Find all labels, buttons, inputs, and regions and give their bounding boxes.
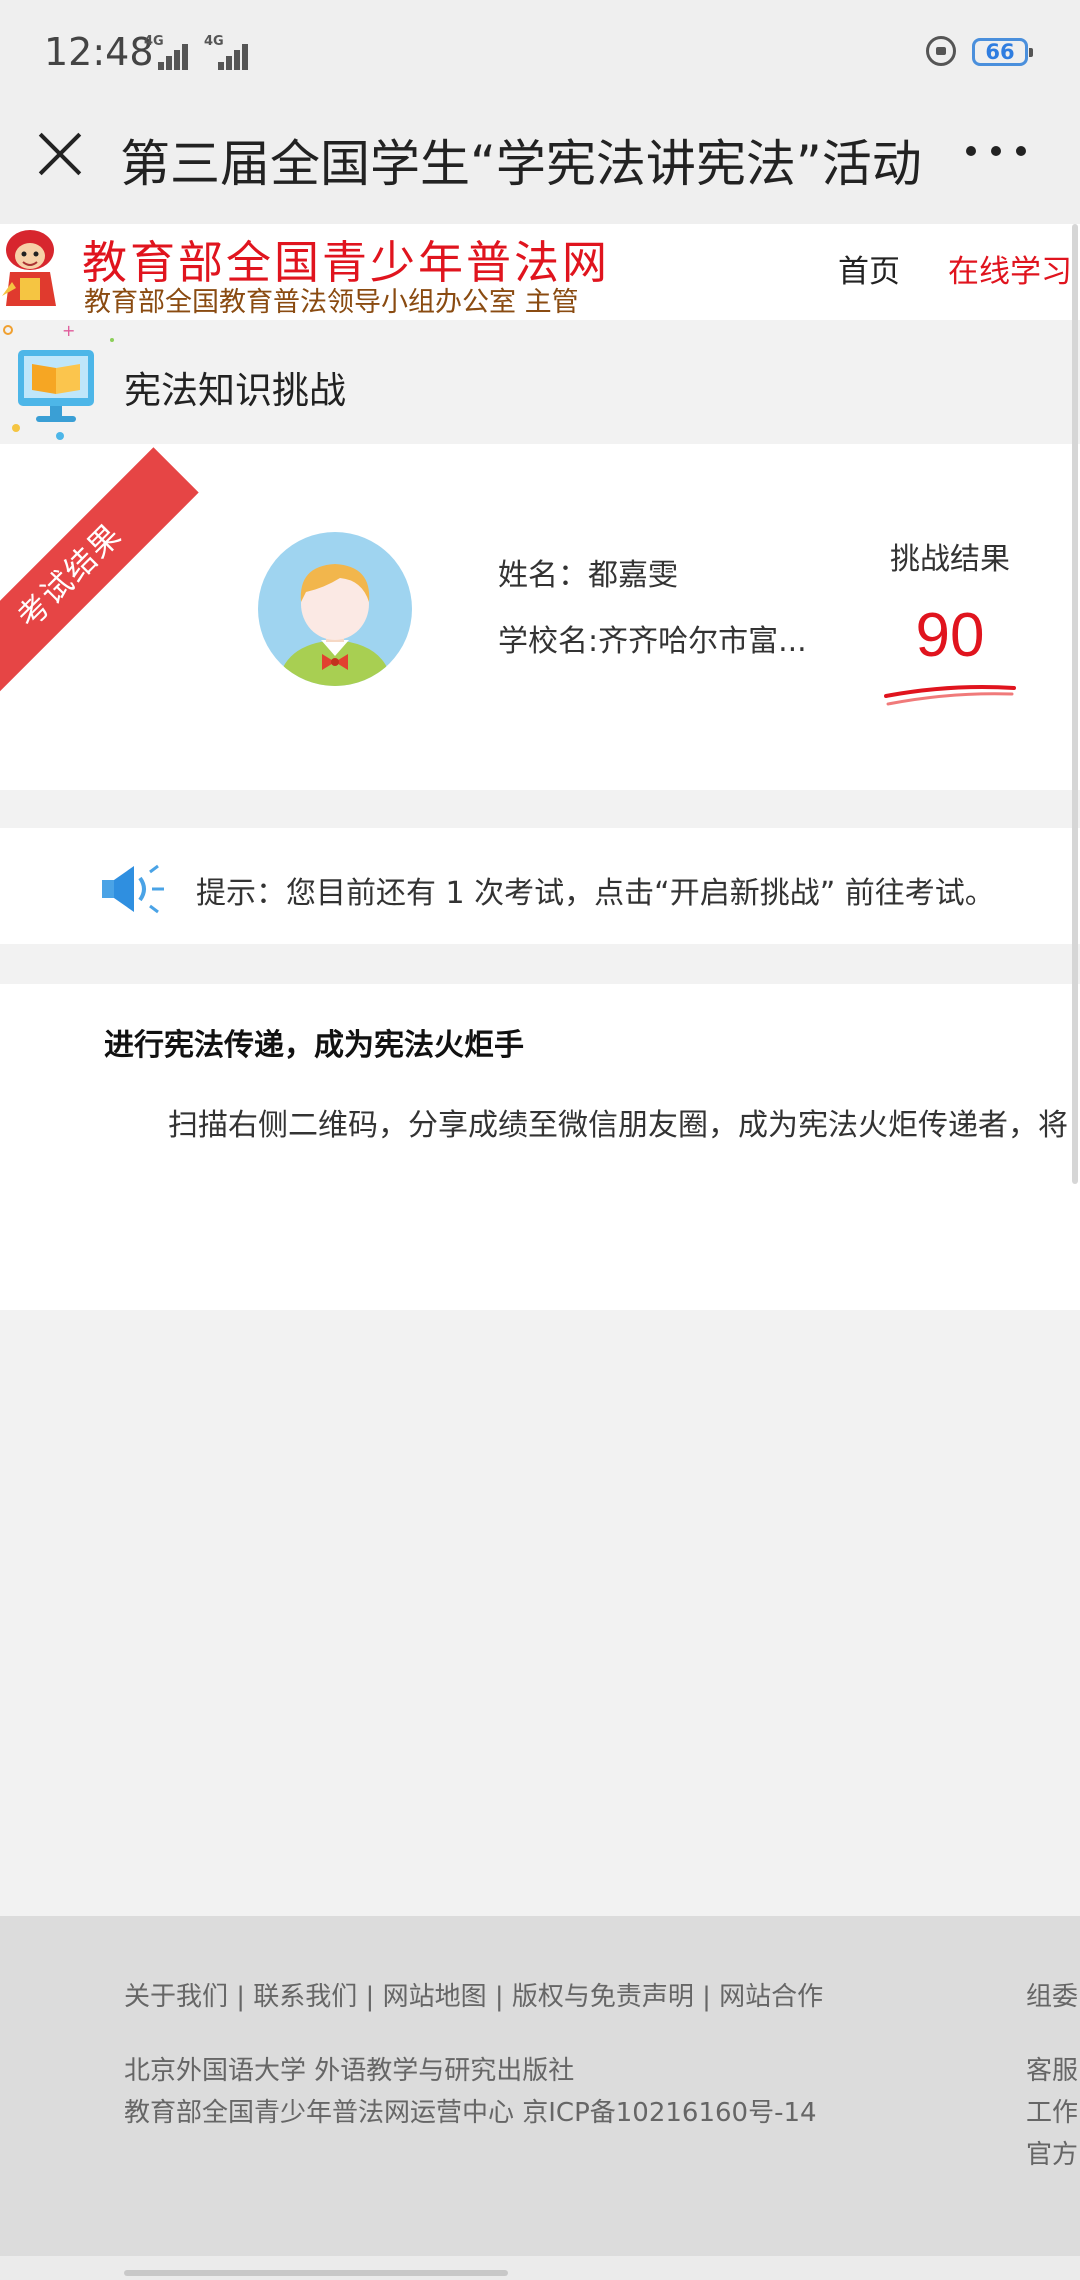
section-header: + 宪法知识挑战 bbox=[0, 320, 1080, 444]
site-header: 教育部全国青少年普法网 教育部全国教育普法领导小组办公室 主管 首页 在线学习 bbox=[0, 224, 1080, 321]
monitor-book-icon: + bbox=[3, 321, 114, 440]
footer-right-text: 工作 bbox=[1026, 2098, 1079, 2128]
torch-title: 进行宪法传递，成为宪法火炬手 bbox=[104, 1028, 524, 1063]
svg-text:+: + bbox=[62, 321, 75, 340]
nav-bar: 第三届全国学生“学宪法讲宪法”活动 bbox=[0, 100, 1080, 224]
vertical-scrollbar[interactable] bbox=[1072, 224, 1078, 1184]
lock-icon bbox=[926, 36, 956, 66]
nav-link-home[interactable]: 首页 bbox=[838, 246, 900, 291]
nav-link-online-study[interactable]: 在线学习 bbox=[948, 246, 1072, 291]
speaker-icon bbox=[102, 864, 164, 914]
score-value: 90 bbox=[915, 601, 985, 670]
tip-text: 提示：您目前还有 1 次考试，点击“开启新挑战” 前往考试。 bbox=[196, 876, 995, 911]
tip-card: 提示：您目前还有 1 次考试，点击“开启新挑战” 前往考试。 bbox=[0, 828, 1080, 944]
footer-right-text: 组委 bbox=[1026, 1982, 1079, 2012]
score-underline bbox=[884, 685, 1016, 706]
student-avatar bbox=[258, 532, 412, 686]
status-bar: 12:48 4G 4G 66 bbox=[0, 0, 1080, 100]
battery-icon: 66 bbox=[972, 38, 1033, 66]
more-icon[interactable] bbox=[966, 146, 1026, 160]
footer-right-text: 客服 bbox=[1026, 2056, 1079, 2086]
student-school: 学校名:齐齐哈尔市富... bbox=[498, 624, 807, 659]
footer-right-text: 官方 bbox=[1026, 2140, 1079, 2170]
footer-publisher: 北京外国语大学 外语教学与研究出版社 bbox=[124, 2056, 575, 2086]
footer: 关于我们 | 联系我们 | 网站地图 | 版权与免责声明 | 网站合作 北京外国… bbox=[0, 1916, 1080, 2256]
torch-card: 进行宪法传递，成为宪法火炬手 扫描右侧二维码，分享成绩至微信朋友圈，成为宪法火炬… bbox=[0, 984, 1080, 1310]
result-card: 考试结果 姓名：都嘉雯 学校名:齐齐哈尔市富... 挑战结果 90 bbox=[0, 444, 1080, 790]
torch-text: 扫描右侧二维码，分享成绩至微信朋友圈，成为宪法火炬传递者，将 bbox=[168, 1108, 1068, 1143]
student-name: 姓名：都嘉雯 bbox=[498, 558, 678, 593]
score-label: 挑战结果 bbox=[890, 542, 1010, 577]
close-icon[interactable] bbox=[36, 130, 84, 178]
status-time: 12:48 bbox=[44, 30, 154, 74]
mascot-logo bbox=[2, 230, 56, 306]
result-ribbon: 考试结果 bbox=[0, 447, 199, 705]
bottom-strip bbox=[0, 2256, 1080, 2280]
section-title: 宪法知识挑战 bbox=[124, 369, 346, 412]
page-title: 第三届全国学生“学宪法讲宪法”活动 bbox=[120, 135, 922, 193]
footer-links[interactable]: 关于我们 | 联系我们 | 网站地图 | 版权与免责声明 | 网站合作 bbox=[124, 1976, 823, 2013]
site-subtitle: 教育部全国教育普法领导小组办公室 主管 bbox=[84, 287, 579, 318]
footer-icp: 教育部全国青少年普法网运营中心 京ICP备10216160号-14 bbox=[124, 2098, 817, 2128]
horizontal-scrollbar[interactable] bbox=[124, 2270, 508, 2276]
